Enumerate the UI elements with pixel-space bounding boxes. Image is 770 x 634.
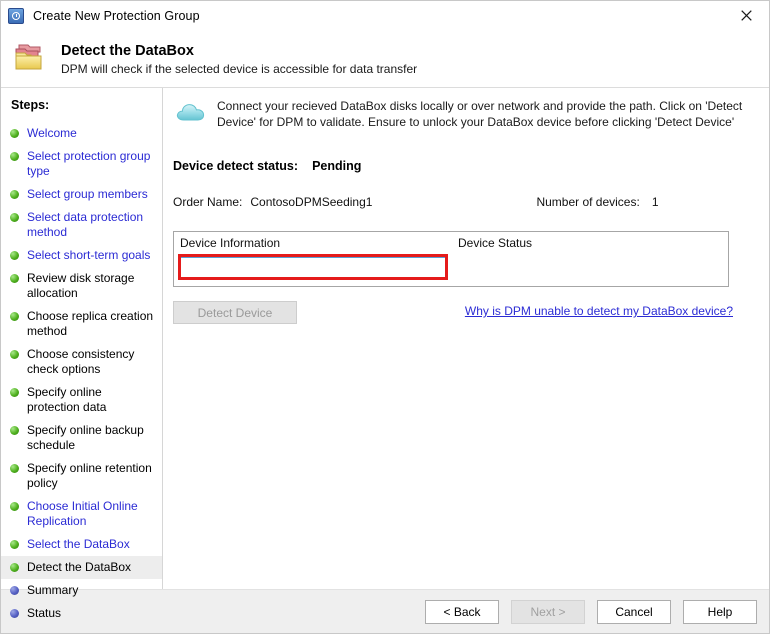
sidebar-item-label: Select protection group type [27, 149, 156, 179]
sidebar-item-label: Welcome [27, 126, 77, 141]
help-button[interactable]: Help [683, 600, 757, 624]
step-complete-icon [10, 464, 19, 473]
device-detect-status-value: Pending [312, 159, 361, 173]
sidebar-item-label: Choose consistency check options [27, 347, 156, 377]
window-title: Create New Protection Group [33, 9, 200, 23]
sidebar-item-label: Select the DataBox [27, 537, 130, 552]
step-complete-icon [10, 251, 19, 260]
sidebar-item-detect-the-databox: Detect the DataBox [1, 556, 162, 579]
sidebar-item-label: Specify online retention policy [27, 461, 156, 491]
steps-list: Welcome Select protection group type Selec… [1, 122, 162, 625]
sidebar-item-select-data-protection-method[interactable]: Select data protection method [1, 206, 162, 244]
steps-heading: Steps: [1, 98, 162, 122]
order-name-value: ContosoDPMSeeding1 [250, 195, 372, 209]
sidebar-item-select-short-term-goals[interactable]: Select short-term goals [1, 244, 162, 267]
order-name-label: Order Name: [173, 195, 242, 209]
cancel-button[interactable]: Cancel [597, 600, 671, 624]
step-complete-icon [10, 190, 19, 199]
dialog-body: Steps: Welcome Select protection group ty… [1, 88, 769, 589]
close-icon[interactable] [724, 1, 769, 30]
sidebar-item-label: Select data protection method [27, 210, 156, 240]
sidebar-item-label: Specify online backup schedule [27, 423, 156, 453]
step-complete-icon [10, 129, 19, 138]
sidebar-item-label: Review disk storage allocation [27, 271, 156, 301]
title-bar: Create New Protection Group [1, 1, 769, 31]
why-unable-to-detect-link[interactable]: Why is DPM unable to detect my DataBox d… [465, 304, 733, 318]
sidebar-item-welcome[interactable]: Welcome [1, 122, 162, 145]
sidebar-item-status: Status [1, 602, 162, 625]
step-pending-icon [10, 586, 19, 595]
column-header-device-status: Device Status [458, 236, 728, 250]
sidebar-item-select-the-databox[interactable]: Select the DataBox [1, 533, 162, 556]
sidebar-item-label: Specify online protection data [27, 385, 156, 415]
step-complete-icon [10, 563, 19, 572]
sidebar-item-summary: Summary [1, 579, 162, 602]
cloud-icon [175, 99, 209, 125]
step-complete-icon [10, 502, 19, 511]
sidebar-item-label: Choose Initial Online Replication [27, 499, 156, 529]
step-complete-icon [10, 152, 19, 161]
clock-refresh-icon [8, 8, 24, 24]
step-complete-icon [10, 350, 19, 359]
sidebar-item-choose-replica-creation-method: Choose replica creation method [1, 305, 162, 343]
device-count-label: Number of devices: [536, 195, 639, 209]
step-complete-icon [10, 312, 19, 321]
sidebar-item-specify-online-backup-schedule: Specify online backup schedule [1, 419, 162, 457]
step-complete-icon [10, 213, 19, 222]
info-banner: Connect your recieved DataBox disks loca… [163, 88, 769, 130]
sidebar-item-review-disk-storage-allocation: Review disk storage allocation [1, 267, 162, 305]
steps-sidebar: Steps: Welcome Select protection group ty… [1, 88, 163, 589]
device-table-header: Device Information Device Status [174, 232, 728, 250]
sidebar-item-label: Choose replica creation method [27, 309, 156, 339]
next-button[interactable]: Next > [511, 600, 585, 624]
device-detect-status-row: Device detect status: Pending [173, 159, 769, 173]
sidebar-item-select-protection-group-type[interactable]: Select protection group type [1, 145, 162, 183]
step-complete-icon [10, 388, 19, 397]
back-button[interactable]: < Back [425, 600, 499, 624]
step-complete-icon [10, 274, 19, 283]
step-pending-icon [10, 609, 19, 618]
sidebar-item-select-group-members[interactable]: Select group members [1, 183, 162, 206]
device-count-value: 1 [652, 195, 659, 209]
device-detect-status-label: Device detect status: [173, 159, 298, 173]
step-complete-icon [10, 426, 19, 435]
device-table: Device Information Device Status [173, 231, 729, 287]
info-banner-text: Connect your recieved DataBox disks loca… [217, 97, 757, 130]
sidebar-item-label: Status [27, 606, 61, 621]
sidebar-item-label: Select short-term goals [27, 248, 150, 263]
sidebar-item-specify-online-retention-policy: Specify online retention policy [1, 457, 162, 495]
order-info-row: Order Name: ContosoDPMSeeding1 Number of… [173, 195, 769, 209]
column-header-device-information: Device Information [180, 236, 458, 250]
main-content: Connect your recieved DataBox disks loca… [163, 88, 769, 589]
page-title: Detect the DataBox [61, 43, 417, 59]
detect-device-button[interactable]: Detect Device [173, 301, 297, 324]
step-complete-icon [10, 540, 19, 549]
page-subtitle: DPM will check if the selected device is… [61, 62, 417, 76]
sidebar-item-choose-initial-online-replication[interactable]: Choose Initial Online Replication [1, 495, 162, 533]
page-header: Detect the DataBox DPM will check if the… [1, 31, 769, 88]
sidebar-item-specify-online-protection-data: Specify online protection data [1, 381, 162, 419]
folder-stack-icon [13, 41, 53, 77]
sidebar-item-label: Summary [27, 583, 78, 598]
device-path-input[interactable] [181, 257, 445, 277]
sidebar-item-label: Select group members [27, 187, 148, 202]
sidebar-item-label: Detect the DataBox [27, 560, 131, 575]
sidebar-item-choose-consistency-check-options: Choose consistency check options [1, 343, 162, 381]
create-protection-group-dialog: Create New Protection Group [0, 0, 770, 634]
device-path-highlight [178, 254, 448, 280]
